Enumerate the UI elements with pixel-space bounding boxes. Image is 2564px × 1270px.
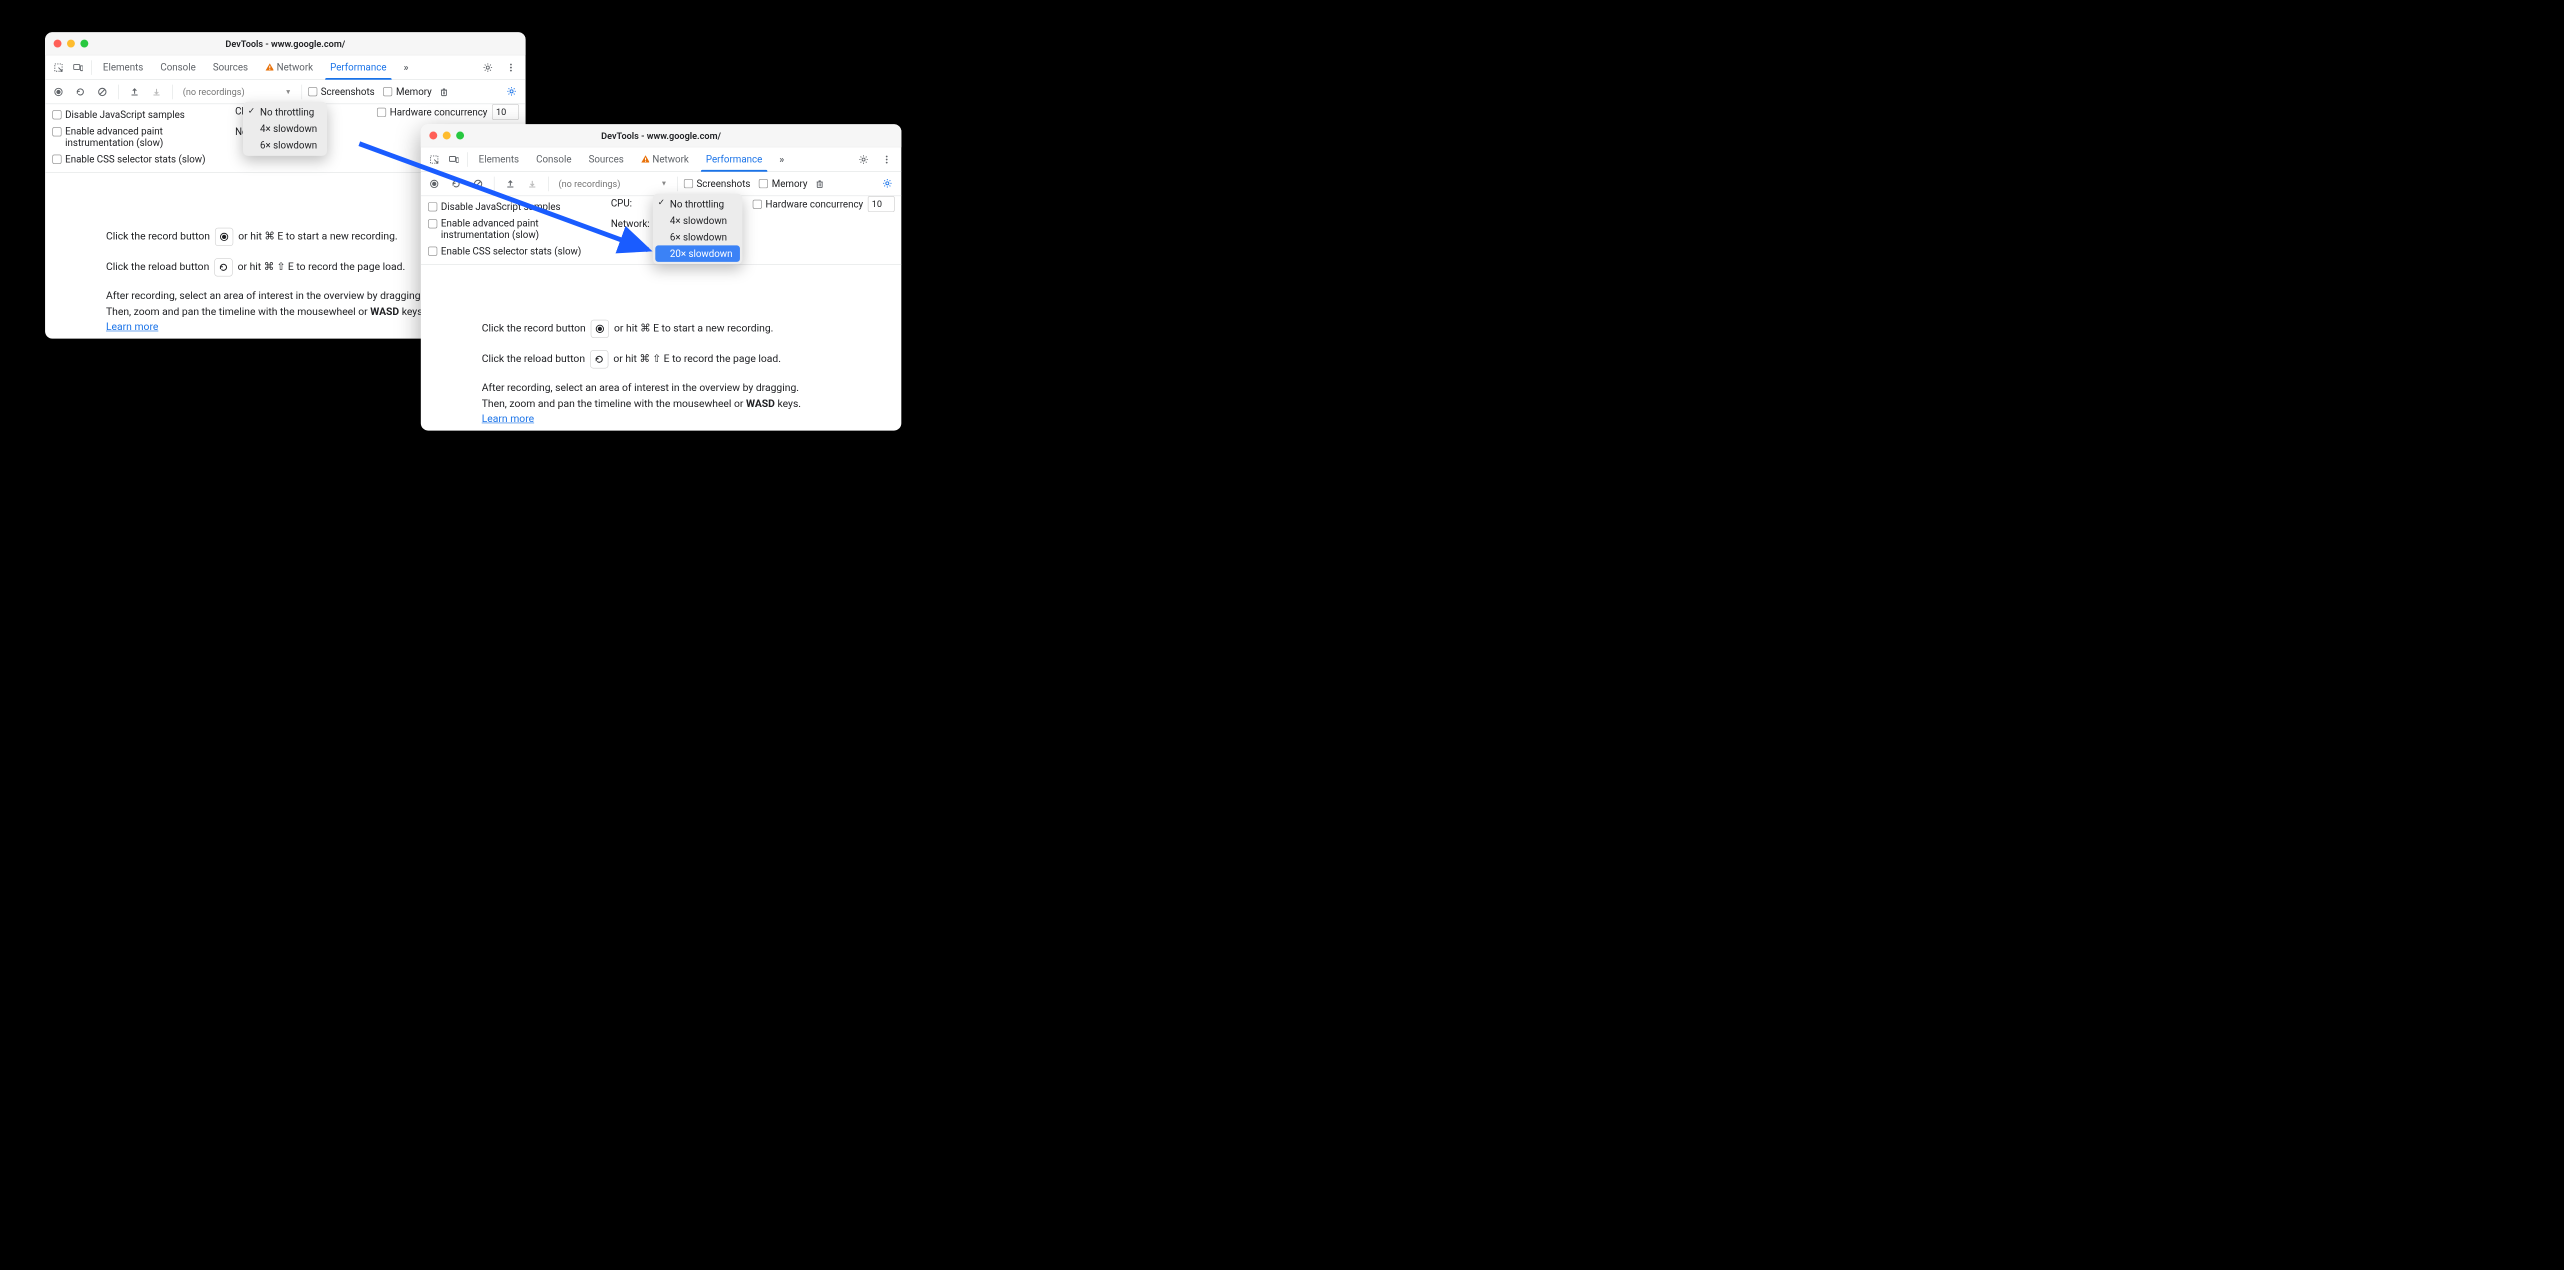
save-profile-icon: [523, 174, 542, 193]
clear-button[interactable]: [468, 174, 487, 193]
memory-checkbox[interactable]: Memory: [759, 178, 808, 190]
separator: [494, 176, 495, 191]
reload-button-inline[interactable]: [214, 258, 232, 276]
tab-performance[interactable]: Performance: [702, 147, 766, 171]
css-selector-stats-checkbox[interactable]: Enable CSS selector stats (slow): [428, 245, 617, 257]
hardware-concurrency-input[interactable]: 10: [492, 104, 519, 120]
panel-tabs: Elements Console Sources Network Perform…: [421, 147, 902, 171]
throttling-option[interactable]: 20× slowdown: [655, 245, 740, 261]
record-button-inline[interactable]: [215, 228, 233, 246]
cpu-throttling-menu[interactable]: No throttling4× slowdown6× slowdown: [243, 102, 327, 156]
reload-record-button[interactable]: [446, 174, 465, 193]
kebab-menu-icon[interactable]: [877, 150, 896, 169]
cpu-throttling-menu[interactable]: No throttling4× slowdown6× slowdown20× s…: [653, 194, 742, 265]
load-profile-icon[interactable]: [501, 174, 520, 193]
tab-network[interactable]: Network: [637, 147, 692, 171]
tab-network[interactable]: Network: [261, 55, 316, 79]
performance-toolbar: (no recordings)▼ Screenshots Memory: [45, 80, 526, 104]
inspect-element-icon[interactable]: [49, 58, 68, 77]
recordings-dropdown[interactable]: (no recordings)▼: [179, 85, 295, 98]
collect-garbage-icon[interactable]: [434, 82, 453, 101]
warning-icon: [265, 62, 274, 74]
clear-button[interactable]: [93, 82, 112, 101]
record-button-inline[interactable]: [591, 320, 609, 338]
memory-checkbox[interactable]: Memory: [383, 86, 432, 98]
more-tabs-button[interactable]: »: [400, 55, 412, 79]
capture-settings-gear-icon[interactable]: [878, 174, 897, 193]
reload-hint: Click the reload button or hit ⌘ ⇧ E to …: [106, 258, 465, 276]
reload-button-inline[interactable]: [590, 350, 608, 368]
window-title: DevTools - www.google.com/: [421, 130, 902, 141]
device-mode-icon[interactable]: [444, 150, 463, 169]
separator: [301, 84, 302, 99]
device-mode-icon[interactable]: [68, 58, 87, 77]
tab-elements[interactable]: Elements: [475, 147, 523, 171]
hardware-concurrency-checkbox[interactable]: Hardware concurrency: [377, 106, 487, 118]
separator: [172, 84, 173, 99]
after-hint: After recording, select an area of inter…: [106, 289, 465, 336]
separator: [677, 176, 678, 191]
disable-js-samples-checkbox[interactable]: Disable JavaScript samples: [428, 201, 617, 213]
cpu-label: CPU:: [611, 197, 632, 209]
reload-hint: Click the reload button or hit ⌘ ⇧ E to …: [482, 350, 841, 368]
screenshots-checkbox[interactable]: Screenshots: [308, 86, 375, 98]
tab-performance[interactable]: Performance: [326, 55, 390, 79]
throttling-option[interactable]: 6× slowdown: [653, 229, 742, 245]
learn-more-link[interactable]: Learn more: [482, 413, 534, 425]
separator: [91, 60, 92, 75]
record-hint: Click the record button or hit ⌘ E to st…: [106, 228, 465, 246]
inspect-element-icon[interactable]: [424, 150, 443, 169]
after-hint: After recording, select an area of inter…: [482, 381, 841, 428]
titlebar: DevTools - www.google.com/: [45, 32, 526, 55]
record-button[interactable]: [49, 82, 68, 101]
separator: [467, 152, 468, 167]
settings-gear-icon[interactable]: [854, 150, 873, 169]
more-tabs-button[interactable]: »: [776, 147, 788, 171]
capture-settings-gear-icon[interactable]: [502, 82, 521, 101]
load-profile-icon[interactable]: [125, 82, 144, 101]
reload-record-button[interactable]: [71, 82, 90, 101]
throttling-option[interactable]: 4× slowdown: [653, 213, 742, 229]
tab-console[interactable]: Console: [532, 147, 575, 171]
record-hint: Click the record button or hit ⌘ E to st…: [482, 320, 841, 338]
learn-more-link[interactable]: Learn more: [106, 321, 158, 333]
throttling-option[interactable]: 6× slowdown: [243, 137, 327, 153]
kebab-menu-icon[interactable]: [501, 58, 520, 77]
save-profile-icon: [147, 82, 166, 101]
css-selector-stats-checkbox[interactable]: Enable CSS selector stats (slow): [52, 153, 241, 165]
instructions-panel: Click the record button or hit ⌘ E to st…: [421, 265, 902, 454]
separator: [118, 84, 119, 99]
tab-sources[interactable]: Sources: [585, 147, 628, 171]
throttling-option[interactable]: No throttling: [653, 196, 742, 212]
window-title: DevTools - www.google.com/: [45, 38, 526, 49]
separator: [548, 176, 549, 191]
collect-garbage-icon[interactable]: [810, 174, 829, 193]
advanced-paint-checkbox[interactable]: Enable advanced paint instrumentation (s…: [52, 125, 241, 148]
titlebar: DevTools - www.google.com/: [421, 124, 902, 147]
performance-toolbar: (no recordings)▼ Screenshots Memory: [421, 172, 902, 196]
panel-tabs: Elements Console Sources Network Perform…: [45, 55, 526, 79]
hardware-concurrency-input[interactable]: 10: [868, 196, 895, 212]
screenshots-checkbox[interactable]: Screenshots: [684, 178, 751, 190]
recordings-dropdown[interactable]: (no recordings)▼: [555, 177, 671, 190]
network-label: Network:: [611, 218, 650, 230]
advanced-paint-checkbox[interactable]: Enable advanced paint instrumentation (s…: [428, 217, 617, 240]
disable-js-samples-checkbox[interactable]: Disable JavaScript samples: [52, 109, 241, 121]
throttling-option[interactable]: 4× slowdown: [243, 121, 327, 137]
settings-gear-icon[interactable]: [478, 58, 497, 77]
throttling-option[interactable]: No throttling: [243, 104, 327, 120]
tab-elements[interactable]: Elements: [99, 55, 147, 79]
hardware-concurrency-checkbox[interactable]: Hardware concurrency: [753, 198, 863, 210]
tab-console[interactable]: Console: [157, 55, 200, 79]
record-button[interactable]: [424, 174, 443, 193]
devtools-window-after: DevTools - www.google.com/ Elements Cons…: [421, 124, 902, 430]
warning-icon: [641, 153, 650, 165]
tab-sources[interactable]: Sources: [209, 55, 252, 79]
